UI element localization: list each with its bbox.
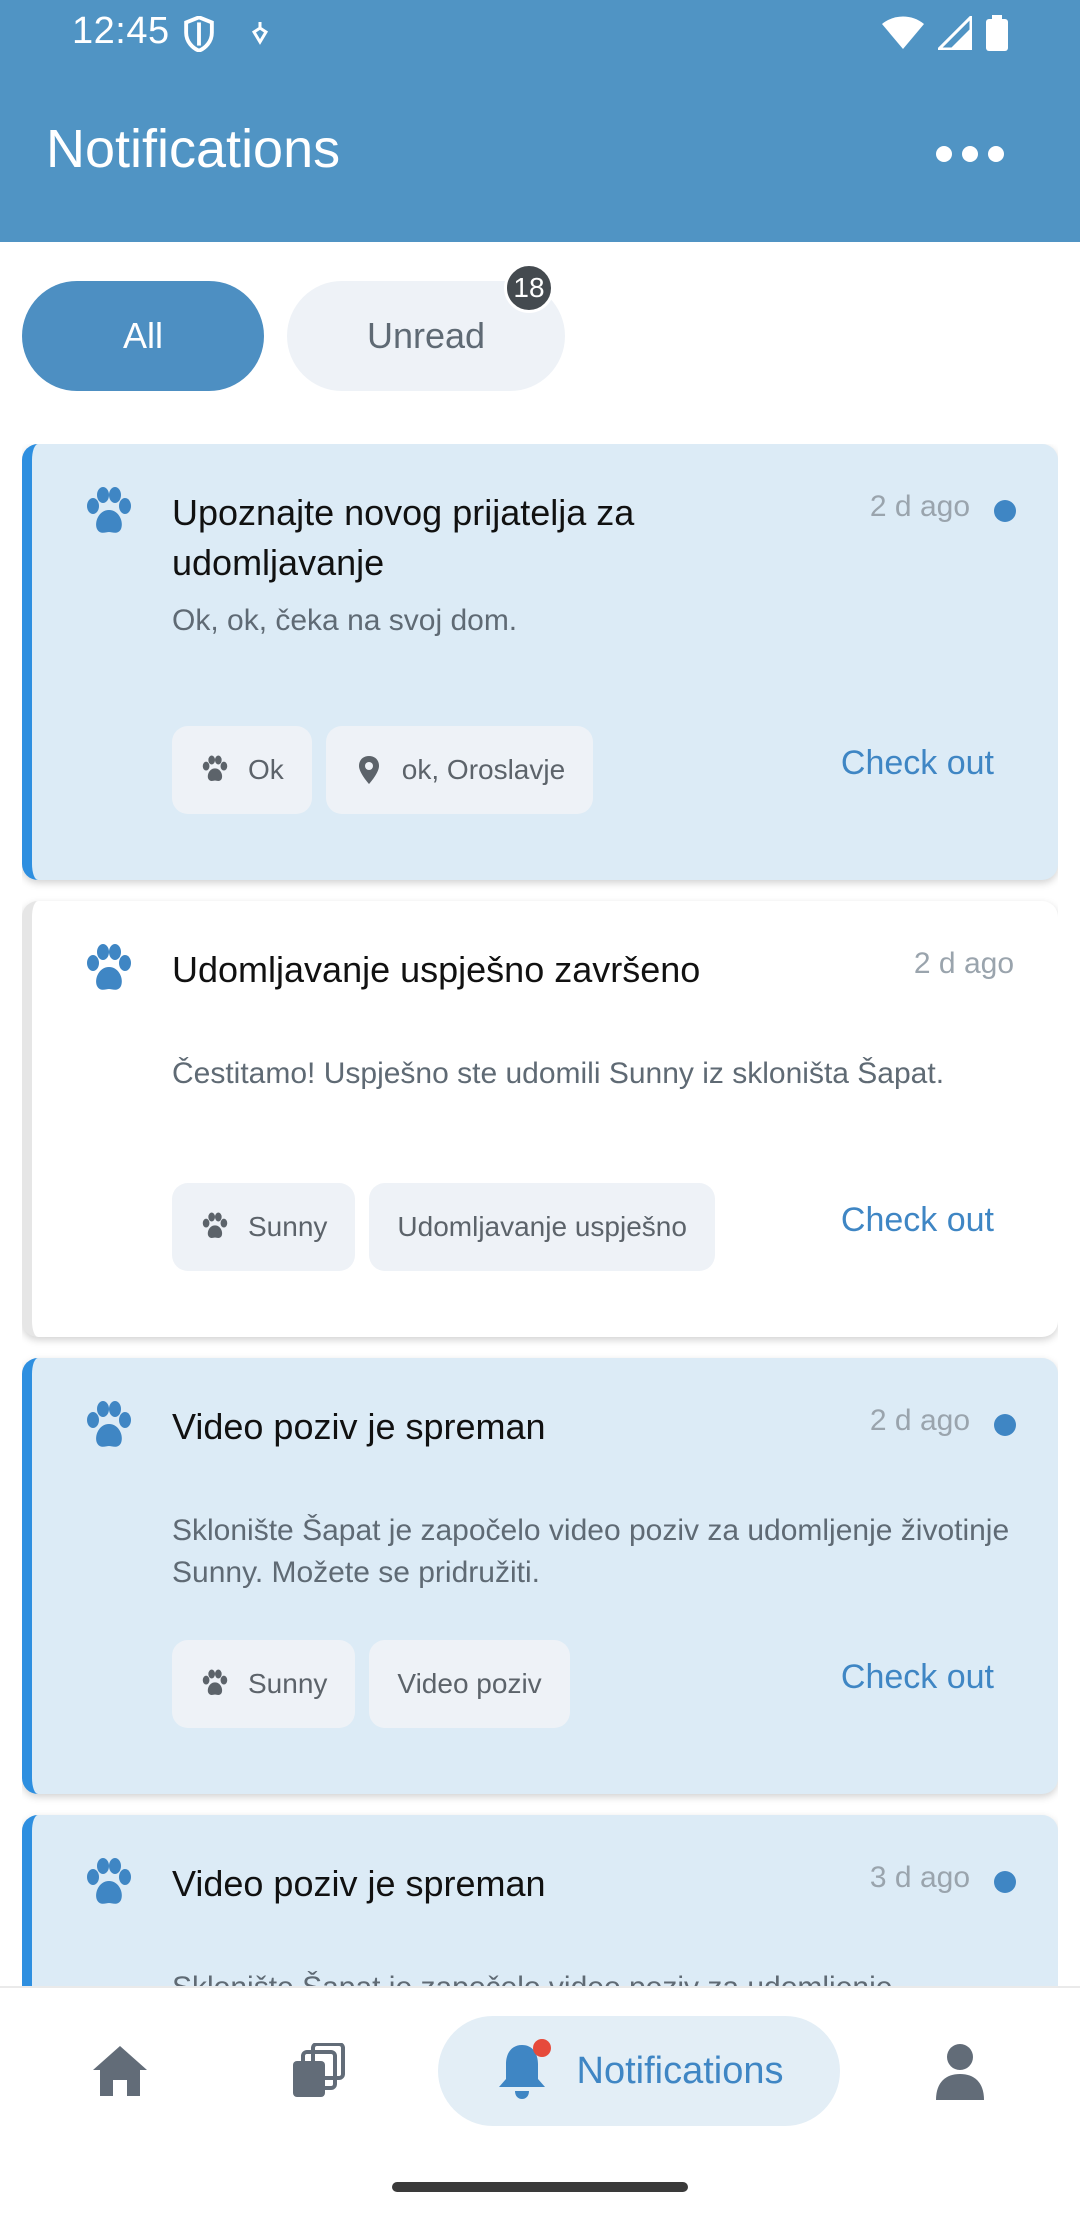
filter-all-label: All bbox=[122, 315, 163, 356]
notification-card[interactable]: Upoznajte novog prijatelja za udomljavan… bbox=[22, 444, 1058, 880]
notification-chips: Sunny Video poziv bbox=[172, 1640, 570, 1728]
check-out-button[interactable]: Check out bbox=[841, 1201, 994, 1240]
home-indicator[interactable] bbox=[392, 2182, 688, 2192]
page-title: Notifications bbox=[46, 119, 341, 179]
notification-card[interactable]: Udomljavanje uspješno završeno 2 d ago Č… bbox=[22, 901, 1058, 1337]
notification-body: Čestitamo! Uspješno ste udomili Sunny iz… bbox=[172, 1057, 945, 1090]
paw-icon bbox=[202, 1669, 228, 1695]
notification-body: Sklonište Šapat je započelo video poziv … bbox=[172, 1967, 1032, 1986]
location-chip: ok, Oroslavje bbox=[325, 726, 594, 814]
notification-card[interactable]: Video poziv je spreman 3 d ago Sklonište… bbox=[22, 1815, 1058, 1986]
status-icons bbox=[882, 14, 1008, 52]
status-chip: Video poziv bbox=[369, 1640, 570, 1728]
pet-chip: Ok bbox=[172, 726, 312, 814]
paw-icon bbox=[87, 1401, 131, 1447]
pet-chip: Sunny bbox=[172, 1183, 356, 1271]
unread-count-badge: 18 bbox=[504, 263, 554, 313]
notification-time: 2 d ago bbox=[869, 490, 970, 523]
paw-icon bbox=[202, 755, 228, 781]
nav-cards-button[interactable] bbox=[278, 2016, 358, 2126]
paw-icon bbox=[87, 1858, 131, 1904]
paw-icon bbox=[87, 487, 131, 533]
notification-dot-icon bbox=[251, 22, 269, 45]
wifi-icon bbox=[882, 16, 924, 49]
unread-indicator bbox=[994, 500, 1016, 522]
chip-label: ok, Oroslavje bbox=[401, 754, 566, 785]
check-out-button[interactable]: Check out bbox=[841, 1658, 994, 1697]
new-notification-dot bbox=[532, 2039, 551, 2057]
notification-title: Video poziv je spreman bbox=[172, 1406, 546, 1447]
cards-icon bbox=[293, 2043, 345, 2097]
unread-indicator bbox=[994, 1414, 1016, 1436]
notification-chips: Ok ok, Oroslavje bbox=[172, 726, 594, 814]
shield-icon bbox=[184, 16, 214, 52]
notification-time: 2 d ago bbox=[869, 1404, 970, 1437]
more-horizontal-icon bbox=[936, 146, 952, 162]
status-time: 12:45 bbox=[72, 10, 170, 52]
nav-home-button[interactable] bbox=[80, 2016, 160, 2126]
notification-time: 2 d ago bbox=[913, 947, 1014, 980]
chip-label: Udomljavanje uspješno bbox=[397, 1211, 687, 1242]
notification-title: Video poziv je spreman bbox=[172, 1863, 546, 1904]
nav-notifications-label: Notifications bbox=[576, 2049, 784, 2092]
location-pin-icon bbox=[358, 756, 379, 784]
paw-icon bbox=[87, 944, 131, 990]
app-header: 12:45 Notifications bbox=[0, 0, 1080, 242]
paw-icon bbox=[202, 1212, 228, 1238]
status-chip: Udomljavanje uspješno bbox=[369, 1183, 715, 1271]
pet-chip: Sunny bbox=[172, 1640, 356, 1728]
notification-title: Udomljavanje uspješno završeno bbox=[172, 949, 701, 990]
signal-icon bbox=[938, 16, 972, 50]
chip-label: Sunny bbox=[248, 1211, 328, 1242]
nav-notifications-button[interactable]: Notifications bbox=[438, 2016, 840, 2126]
unread-indicator bbox=[994, 1871, 1016, 1893]
chip-label: Ok bbox=[248, 754, 284, 785]
chip-label: Video poziv bbox=[397, 1668, 542, 1699]
notification-body: Ok, ok, čeka na svoj dom. bbox=[172, 604, 518, 637]
battery-icon bbox=[986, 15, 1008, 51]
notification-title: Upoznajte novog prijatelja za udomljavan… bbox=[172, 492, 635, 583]
notification-chips: Sunny Udomljavanje uspješno bbox=[172, 1183, 715, 1271]
filter-unread-label: Unread bbox=[366, 315, 486, 356]
home-icon bbox=[93, 2046, 147, 2096]
bell-icon-wrap bbox=[495, 2039, 551, 2101]
profile-icon bbox=[936, 2044, 984, 2100]
nav-profile-button[interactable] bbox=[920, 2016, 1000, 2126]
filter-all-button[interactable]: All bbox=[22, 281, 264, 391]
notification-time: 3 d ago bbox=[869, 1861, 970, 1894]
notification-card[interactable]: Video poziv je spreman 2 d ago Sklonište… bbox=[22, 1358, 1058, 1794]
check-out-button[interactable]: Check out bbox=[841, 744, 994, 783]
notification-body: Sklonište Šapat je započelo video poziv … bbox=[172, 1514, 1010, 1589]
notification-list[interactable]: Upoznajte novog prijatelja za udomljavan… bbox=[22, 444, 1058, 1986]
more-options-button[interactable] bbox=[930, 126, 1010, 182]
chip-label: Sunny bbox=[248, 1668, 328, 1699]
status-bar: 12:45 bbox=[0, 0, 1080, 66]
